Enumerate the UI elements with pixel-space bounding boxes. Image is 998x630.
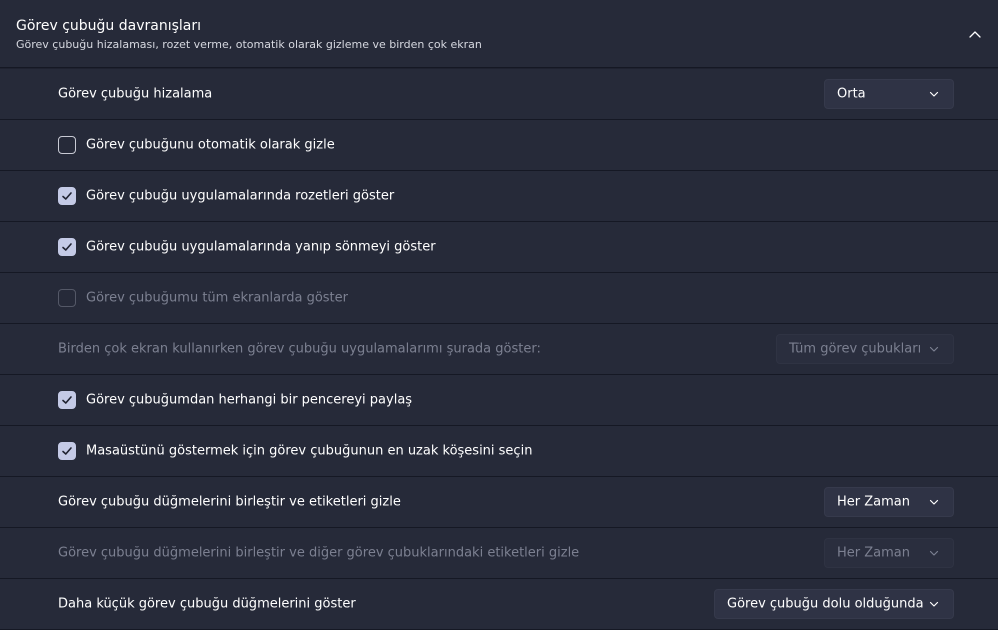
all-displays-label: Görev çubuğumu tüm ekranlarda göster xyxy=(86,290,348,306)
row-small-buttons: Daha küçük görev çubuğu düğmelerini göst… xyxy=(0,579,998,630)
row-all-displays: Görev çubuğumu tüm ekranlarda göster xyxy=(0,273,998,324)
row-badges: Görev çubuğu uygulamalarında rozetleri g… xyxy=(0,171,998,222)
share-window-label: Görev çubuğumdan herhangi bir pencereyi … xyxy=(86,392,413,408)
alignment-label: Görev çubuğu hizalama xyxy=(58,86,213,102)
chevron-down-icon xyxy=(929,601,939,607)
far-corner-checkbox[interactable] xyxy=(58,442,76,460)
row-autohide: Görev çubuğunu otomatik olarak gizle xyxy=(0,120,998,171)
row-taskbar-alignment: Görev çubuğu hizalama Orta xyxy=(0,69,998,120)
chevron-up-icon[interactable] xyxy=(966,26,984,44)
chevron-down-icon xyxy=(929,91,939,97)
taskbar-behaviors-panel: Görev çubuğu davranışları Görev çubuğu h… xyxy=(0,0,998,630)
combine-other-label: Görev çubuğu düğmelerini birleştir ve di… xyxy=(58,545,580,561)
checkmark-icon xyxy=(62,243,72,251)
checkmark-icon xyxy=(62,396,72,404)
combine-main-dropdown-value: Her Zaman xyxy=(837,494,910,510)
section-header[interactable]: Görev çubuğu davranışları Görev çubuğu h… xyxy=(0,0,998,68)
multi-display-dropdown[interactable]: Tüm görev çubukları xyxy=(776,334,954,364)
far-corner-label: Masaüstünü göstermek için görev çubuğunu… xyxy=(86,443,533,459)
row-combine-other: Görev çubuğu düğmelerini birleştir ve di… xyxy=(0,528,998,579)
section-title: Görev çubuğu davranışları xyxy=(16,18,202,34)
small-buttons-label: Daha küçük görev çubuğu düğmelerini göst… xyxy=(58,596,356,612)
combine-main-label: Görev çubuğu düğmelerini birleştir ve et… xyxy=(58,494,401,510)
share-window-checkbox[interactable] xyxy=(58,391,76,409)
badges-label: Görev çubuğu uygulamalarında rozetleri g… xyxy=(86,188,395,204)
multi-display-dropdown-value: Tüm görev çubukları xyxy=(789,341,922,357)
alignment-dropdown[interactable]: Orta xyxy=(824,79,954,109)
all-displays-checkbox[interactable] xyxy=(58,289,76,307)
combine-other-dropdown[interactable]: Her Zaman xyxy=(824,538,954,568)
row-flashing: Görev çubuğu uygulamalarında yanıp sönme… xyxy=(0,222,998,273)
row-far-corner: Masaüstünü göstermek için görev çubuğunu… xyxy=(0,426,998,477)
flashing-checkbox[interactable] xyxy=(58,238,76,256)
multi-display-label: Birden çok ekran kullanırken görev çubuğ… xyxy=(58,341,541,357)
row-share-window: Görev çubuğumdan herhangi bir pencereyi … xyxy=(0,375,998,426)
flashing-label: Görev çubuğu uygulamalarında yanıp sönme… xyxy=(86,239,436,255)
combine-other-dropdown-value: Her Zaman xyxy=(837,545,910,561)
row-multi-display: Birden çok ekran kullanırken görev çubuğ… xyxy=(0,324,998,375)
small-buttons-dropdown[interactable]: Görev çubuğu dolu olduğunda xyxy=(714,589,954,619)
combine-main-dropdown[interactable]: Her Zaman xyxy=(824,487,954,517)
small-buttons-dropdown-value: Görev çubuğu dolu olduğunda xyxy=(727,596,924,612)
chevron-down-icon xyxy=(929,346,939,352)
badges-checkbox[interactable] xyxy=(58,187,76,205)
chevron-down-icon xyxy=(929,499,939,505)
chevron-down-icon xyxy=(929,550,939,556)
checkmark-icon xyxy=(62,192,72,200)
section-subtitle: Görev çubuğu hizalaması, rozet verme, ot… xyxy=(16,38,482,51)
alignment-dropdown-value: Orta xyxy=(837,86,866,102)
row-combine-main: Görev çubuğu düğmelerini birleştir ve et… xyxy=(0,477,998,528)
autohide-checkbox[interactable] xyxy=(58,136,76,154)
checkmark-icon xyxy=(62,447,72,455)
autohide-label: Görev çubuğunu otomatik olarak gizle xyxy=(86,137,335,153)
